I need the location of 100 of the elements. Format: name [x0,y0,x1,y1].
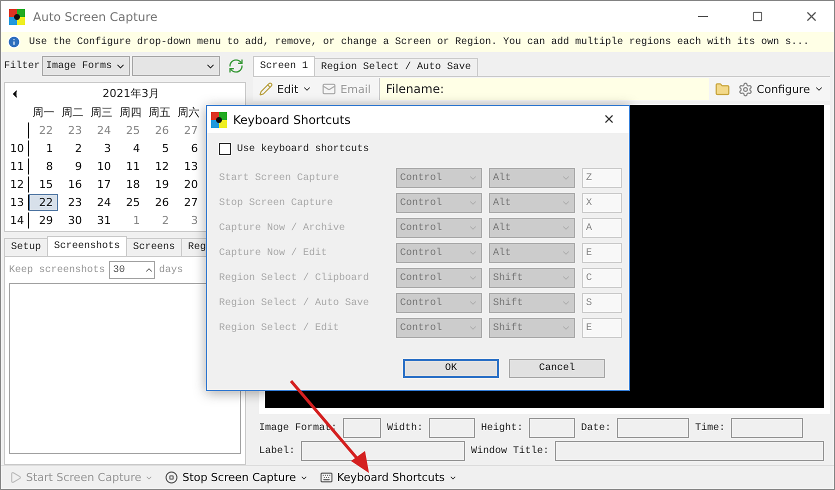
calendar-day[interactable]: 8 [29,158,58,175]
calendar-day[interactable]: 19 [145,176,174,193]
shortcut-label: Start Screen Capture [219,172,340,184]
calendar-day[interactable]: 25 [116,122,145,139]
info-icon [7,35,21,49]
calendar-day[interactable]: 4 [116,140,145,157]
field-label: Date: [581,422,612,434]
input-field[interactable] [343,418,382,438]
shortcut-label: Region Select / Clipboard [219,272,370,284]
keep-screenshots-label: Keep screenshots [9,264,106,276]
calendar-day[interactable]: 16 [58,176,87,193]
maximize-icon [752,11,762,22]
days-label: days [159,264,184,276]
edit-button[interactable]: Edit [257,82,314,96]
weekday-label: 周二 [60,105,84,121]
calendar-day[interactable]: 3 [87,140,116,157]
calendar-day[interactable]: 24 [87,122,116,139]
filename-label: Filename: [386,82,444,96]
calendar-day[interactable]: 6 [174,140,203,157]
week-number: 12 [9,176,29,193]
calendar-day[interactable]: 24 [87,194,116,211]
weekday-label: 周五 [148,105,172,121]
weekday-label: 周四 [118,105,142,121]
calendar-day[interactable]: 2 [58,140,87,157]
configure-button[interactable]: Configure [736,82,826,96]
folder-icon[interactable] [714,82,730,96]
field-label: Height: [481,422,524,434]
calendar-day[interactable]: 23 [58,194,87,211]
shortcut-label: Capture Now / Edit [219,248,328,258]
calendar-day[interactable]: 31 [87,212,116,229]
calendar-day[interactable]: 29 [29,212,58,229]
calendar-day[interactable]: 26 [145,194,174,211]
calendar-day[interactable]: 20 [174,176,203,193]
gear-icon [738,82,753,96]
calendar-day[interactable]: 12 [145,158,174,175]
envelope-icon [322,82,336,96]
dialog-button[interactable]: Cancel [509,359,605,378]
shortcut-label: Capture Now / Archive [219,222,346,234]
calendar-day[interactable]: 27 [174,194,203,211]
weekday-label: 周六 [176,105,200,121]
status-button[interactable]: Stop Screen Capture [161,471,312,484]
checkbox-label: Use keyboard shortcuts [237,144,370,154]
calendar-day[interactable]: 23 [58,122,87,139]
app-logo-icon [211,112,227,128]
tab[interactable]: Screenshots [47,236,128,256]
field-label: Window Title: [471,446,550,456]
input-field[interactable] [555,441,824,461]
shortcut-label: Stop Screen Capture [219,198,334,208]
info-message: Use the Configure drop-down menu to add, remove, or change a Screen or Region. You can add multiple regions each with its own s... [29,36,810,48]
calendar-day[interactable]: 11 [116,158,145,175]
stop-icon [165,471,178,484]
window-title: Auto Screen Capture [33,10,158,24]
field-label: Time: [695,422,726,434]
field-label: Label: [259,446,296,456]
calendar-day[interactable]: 5 [145,140,174,157]
tab[interactable]: Setup [4,238,48,256]
calendar-day[interactable]: 1 [29,140,58,157]
calendar-day[interactable]: 17 [87,176,116,193]
field-label: Width: [387,422,424,434]
calendar-day[interactable]: 18 [116,176,145,193]
dialog-button[interactable]: OK [403,359,499,378]
calendar-day[interactable]: 26 [145,122,174,139]
week-number: 11 [9,158,29,175]
input-field[interactable] [529,418,576,438]
tab[interactable]: Region Select / Auto Save [314,58,478,76]
shortcut-label: Region Select / Edit [219,322,340,334]
status-button[interactable]: Keyboard Shortcuts [316,471,461,484]
week-number: 10 [9,140,29,157]
calendar-day[interactable]: 10 [87,158,116,175]
calendar-day[interactable]: 9 [58,158,87,175]
checkbox[interactable] [219,143,231,155]
calendar-day[interactable]: 27 [174,122,203,139]
weekday-label: 周三 [90,105,114,121]
play-icon [9,471,22,484]
weekday-label: 周一 [32,105,56,121]
minimize-icon [698,16,708,17]
calendar-day[interactable]: 25 [116,194,145,211]
shortcut-label: Region Select / Auto Save [219,298,370,308]
input-field[interactable] [617,418,690,438]
calendar-day[interactable]: 22 [29,194,58,211]
refresh-icon[interactable] [228,58,244,74]
tab[interactable]: Screen 1 [253,56,316,76]
calendar-day[interactable]: 1 [116,212,145,229]
calendar-day[interactable]: 13 [174,158,203,175]
close-button[interactable]: × [589,106,629,133]
filter-label: Filter [4,60,40,72]
app-logo-icon [9,8,25,24]
calendar-day[interactable]: 2 [145,212,174,229]
calendar-day[interactable]: 3 [174,212,203,229]
dialog-title: Keyboard Shortcuts [233,112,352,126]
calendar-day[interactable]: 22 [29,122,58,139]
input-field[interactable] [731,418,804,438]
input-field[interactable] [301,441,466,461]
calendar-day[interactable]: 15 [29,176,58,193]
days-spinbox[interactable]: 30 [109,261,156,279]
filter-value-dropdown[interactable] [132,56,220,76]
input-field[interactable] [429,418,476,438]
calendar-month: 2021年3月 [102,86,160,101]
calendar-day[interactable]: 30 [58,212,87,229]
filter-dropdown[interactable]: Image Forms [42,56,130,76]
